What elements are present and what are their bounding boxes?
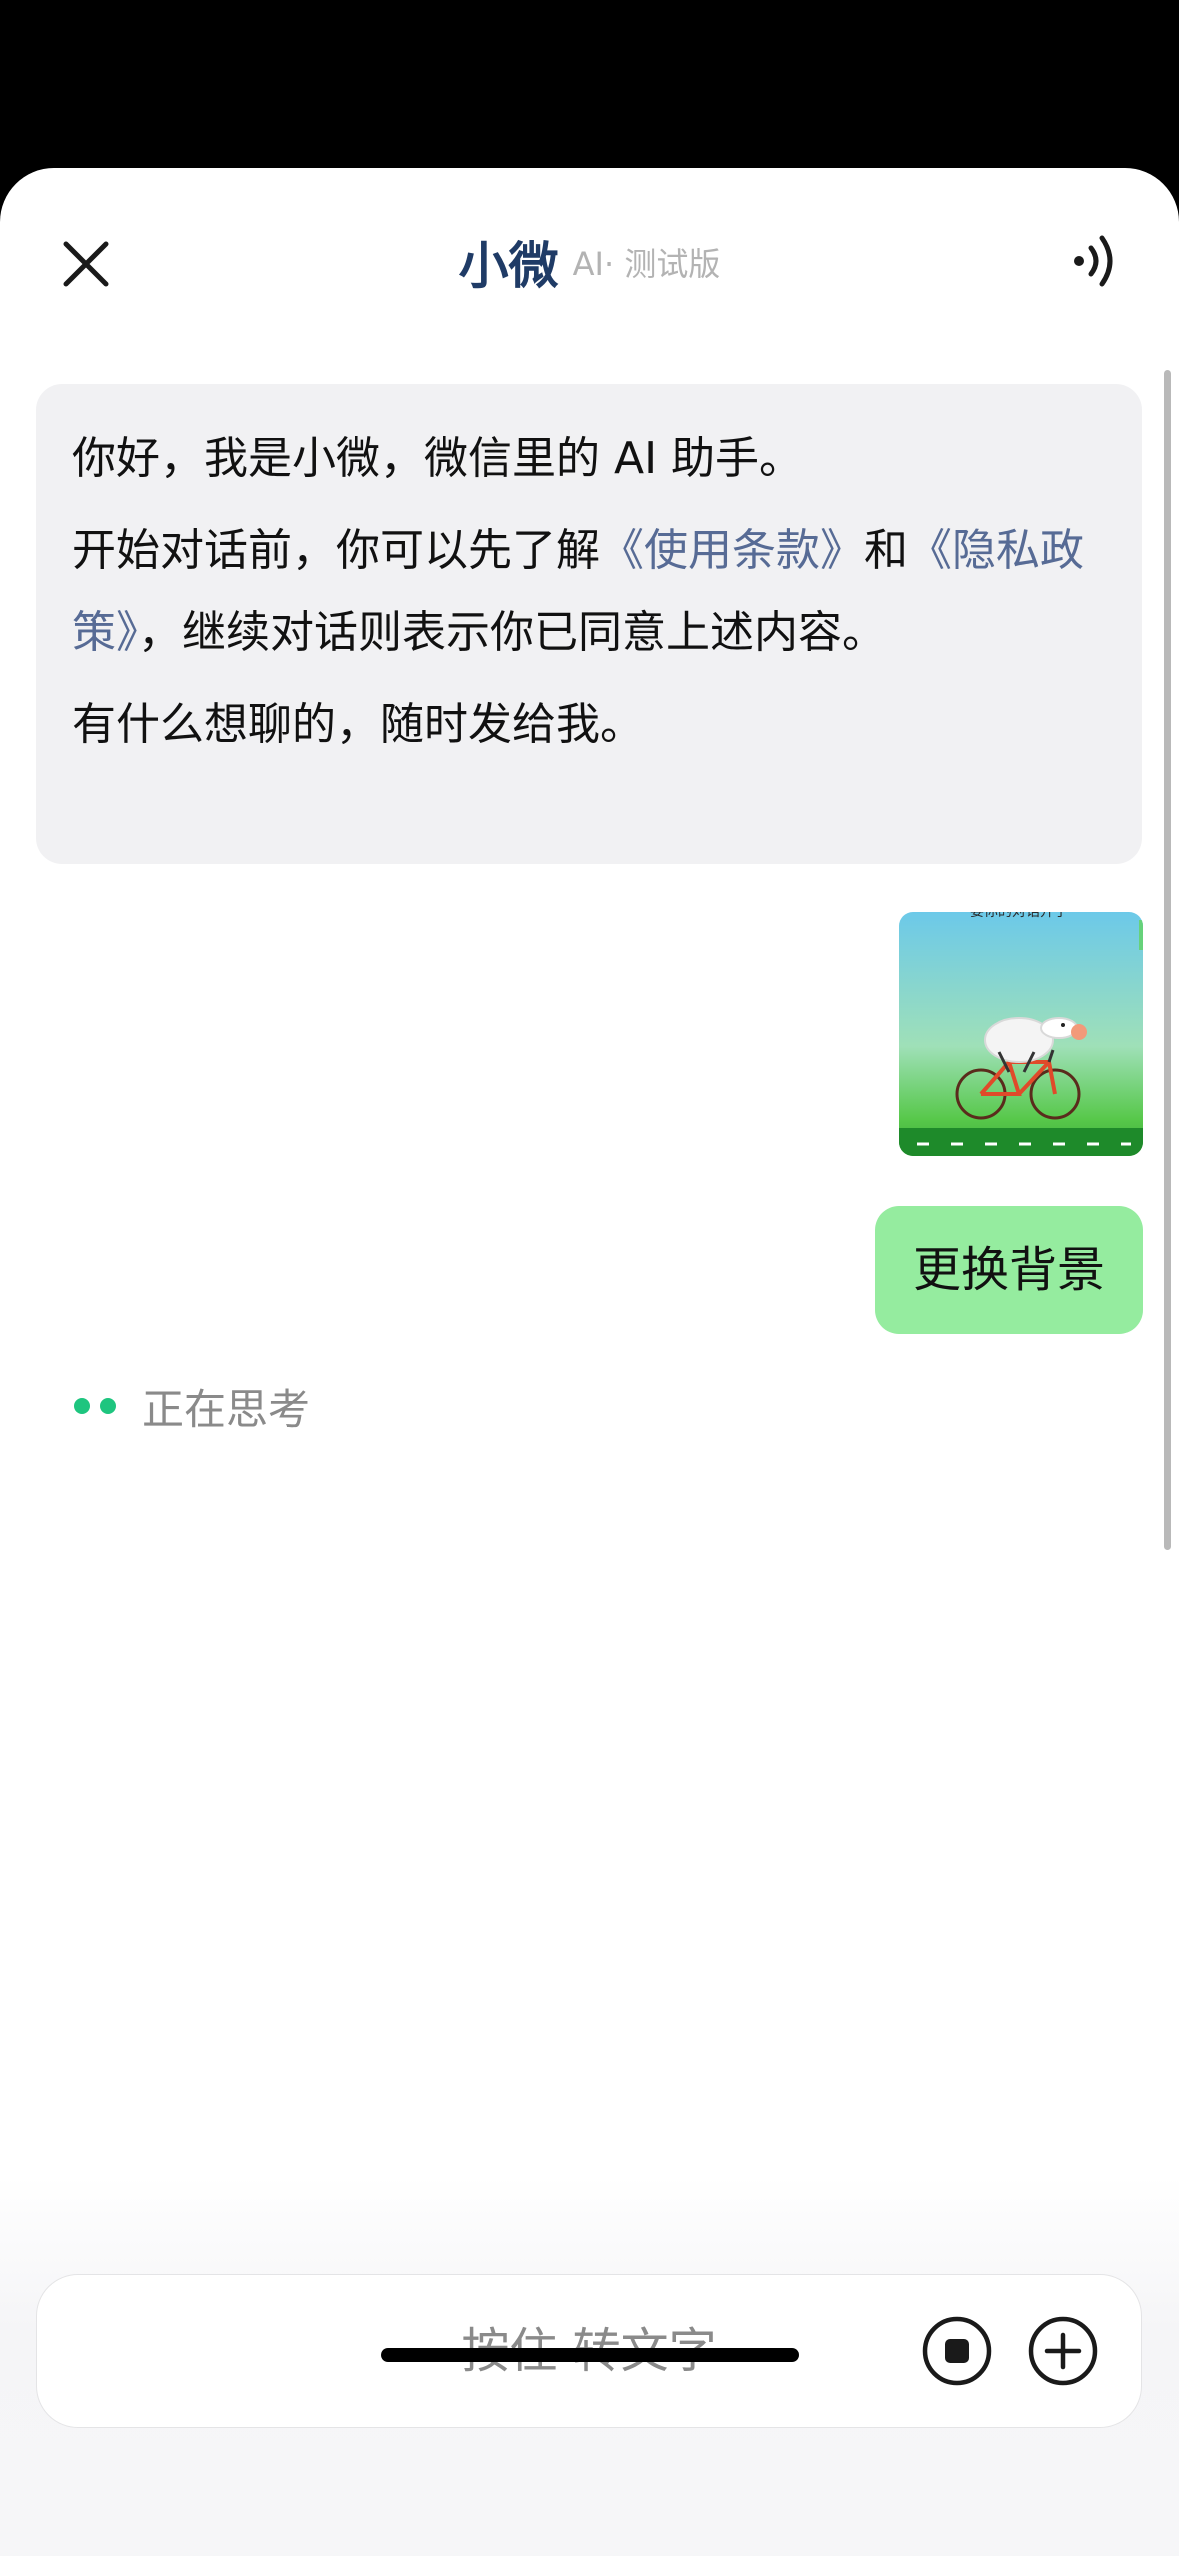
ai-greeting-bubble: 你好，我是小微，微信里的 AI 助手。 开始对话前，你可以先了解《使用条款》和《…	[36, 384, 1142, 864]
consent-and: 和	[864, 525, 908, 576]
thinking-dot	[74, 1398, 90, 1414]
consent-paragraph: 开始对话前，你可以先了解《使用条款》和《隐私政策》，继续对话则表示你已同意上述内…	[72, 510, 1106, 674]
thinking-indicator: 正在思考	[74, 1378, 310, 1434]
chat-scrollbar[interactable]	[1164, 370, 1171, 1550]
terms-of-use-link[interactable]: 《使用条款》	[600, 525, 864, 576]
chat-header: 小微 AI· 测试版	[0, 168, 1179, 358]
thinking-dot	[100, 1398, 116, 1414]
app-title: 小微	[458, 237, 559, 295]
chat-sheet: 小微 AI· 测试版 你好，我是小微，微信里的 AI 助手。 开始对话前，你可以先…	[0, 168, 1179, 2556]
add-button[interactable]	[1027, 2315, 1099, 2387]
voice-playback-button[interactable]	[1061, 228, 1127, 294]
user-image-message[interactable]: 要你的对话开了	[899, 912, 1143, 1156]
page-title: 小微 AI· 测试版	[0, 226, 1179, 298]
greeting-line: 你好，我是小微，微信里的 AI 助手。	[72, 433, 804, 484]
stop-icon	[922, 2316, 992, 2386]
invite-line: 有什么想聊的，随时发给我。	[72, 699, 644, 750]
sheep-bicycle-image: 要你的对话开了	[899, 912, 1143, 1156]
home-indicator[interactable]	[381, 2348, 799, 2362]
plus-circle-icon	[1028, 2316, 1098, 2386]
speaker-icon	[1074, 235, 1113, 287]
thinking-label: 正在思考	[142, 1384, 311, 1434]
user-text-bubble[interactable]: 更换背景	[874, 1206, 1143, 1334]
image-overlay-text: 要你的对话开了	[970, 912, 1068, 920]
stop-button[interactable]	[921, 2315, 993, 2387]
app-subtitle: AI· 测试版	[572, 245, 721, 283]
consent-suffix: ，继续对话则表示你已同意上述内容。	[138, 607, 886, 658]
consent-prefix: 开始对话前，你可以先了解	[72, 525, 600, 576]
